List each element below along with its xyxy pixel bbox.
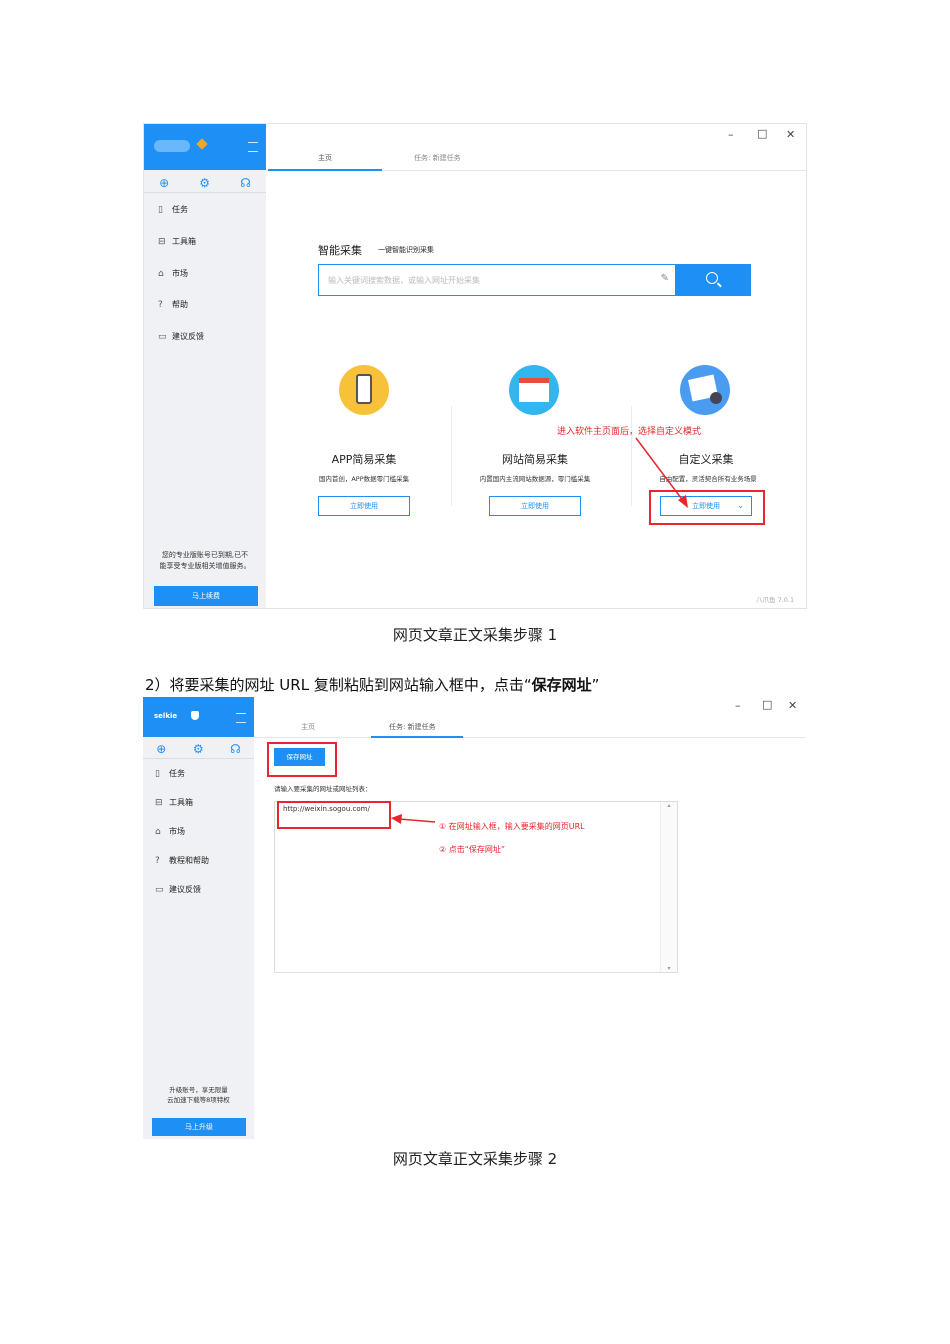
smart-title: 智能采集 [318, 244, 362, 257]
textarea-scrollbar[interactable]: ▴ ▾ [660, 802, 677, 972]
sidebar-divider [144, 192, 266, 193]
toolbox-icon: ⊟ [158, 236, 166, 247]
url-highlight-box [277, 801, 391, 829]
toolbox-icon: ⊟ [155, 797, 163, 808]
search-icon [706, 272, 718, 284]
scroll-down-icon[interactable]: ▾ [661, 965, 677, 972]
sidebar: selkie ⊕ ⚙ ☊ ▯ 任务 ⊟ 工具箱 ⌂ 市场 ? 教程和帮助 ▭ 建议反馈 升… [143, 697, 254, 1139]
app-use-button[interactable]: 立即使用 [318, 496, 410, 516]
screenshot-2: selkie ⊕ ⚙ ☊ ▯ 任务 ⊟ 工具箱 ⌂ 市场 ? 教程和帮助 ▭ 建议反馈 升… [143, 697, 805, 1139]
sidebar-item-task[interactable]: ▯ 任务 [155, 768, 185, 779]
feedback-icon: ▭ [155, 884, 164, 895]
renew-button[interactable]: 马上续费 [154, 586, 258, 606]
screenshot-1: ⊕ ⚙ ☊ ▯ 任务 ⊟ 工具箱 ⌂ 市场 ? 帮助 ▭ 建议反馈 您的专业版账号已到期,… [143, 123, 807, 609]
caption-step1: 网页文章正文采集步骤 1 [392, 626, 558, 644]
sidebar-divider [143, 758, 254, 759]
sidebar-header [144, 124, 266, 170]
tab-home[interactable]: 主页 [318, 153, 332, 163]
add-task-icon[interactable]: ⊕ [156, 742, 166, 756]
close-button[interactable]: ✕ [786, 128, 795, 141]
app-phone-icon [339, 365, 389, 415]
help-icon: ? [158, 299, 163, 310]
search-placeholder: 输入关键词搜索数据，或输入网址开始采集 [328, 276, 480, 285]
vip-badge-icon [196, 138, 208, 150]
sidebar-item-help[interactable]: ? 帮助 [158, 299, 188, 310]
settings-icon[interactable]: ⚙ [193, 742, 204, 756]
sidebar-item-toolbox[interactable]: ⊟ 工具箱 [158, 236, 196, 247]
help-icon: ? [155, 855, 160, 866]
avatar-pill[interactable] [154, 140, 190, 152]
minimize-button[interactable]: – [735, 699, 741, 712]
sidebar-item-feedback[interactable]: ▭ 建议反馈 [155, 884, 201, 895]
card-divider [451, 406, 452, 506]
username[interactable]: selkie [154, 712, 177, 720]
tab-active-indicator [371, 736, 463, 738]
url-list-label: 请输入要采集的网址或网址列表： [274, 785, 372, 793]
sidebar-quick-icons: ⊕ ⚙ ☊ [143, 742, 254, 756]
tab-new-task[interactable]: 任务: 新建任务 [389, 722, 436, 732]
tab-active-indicator [268, 169, 382, 171]
sidebar-header: selkie [143, 697, 254, 737]
custom-config-icon [680, 365, 730, 415]
card-title-website: 网站简易采集 [502, 453, 568, 466]
sidebar-item-market[interactable]: ⌂ 市场 [158, 268, 188, 279]
shield-badge-icon [191, 711, 199, 720]
document-icon: ▯ [158, 204, 163, 215]
sidebar-item-feedback[interactable]: ▭ 建议反馈 [158, 331, 204, 342]
annotation-step2: ② 点击“保存网址” [439, 845, 506, 854]
website-browser-icon [509, 365, 559, 415]
card-desc-website: 内置国内主流网站数据源，零门槛采集 [479, 475, 591, 483]
expiry-notice: 您的专业版账号已到期,已不 能享受专业版相关增值服务。 [159, 551, 251, 570]
caption-step2: 网页文章正文采集步骤 2 [392, 1150, 558, 1168]
feedback-icon: ▭ [158, 331, 167, 342]
tab-bar-line [254, 737, 805, 738]
settings-icon[interactable]: ⚙ [199, 176, 210, 190]
sidebar: ⊕ ⚙ ☊ ▯ 任务 ⊟ 工具箱 ⌂ 市场 ? 帮助 ▭ 建议反馈 您的专业版账号已到期,… [144, 124, 266, 608]
maximize-button[interactable]: □ [762, 698, 772, 711]
headset-icon[interactable]: ☊ [240, 176, 251, 190]
sidebar-item-market[interactable]: ⌂ 市场 [155, 826, 185, 837]
annotation-arrow [635, 437, 688, 508]
document-icon: ▯ [155, 768, 160, 779]
card-desc-app: 国内首创，APP数据零门槛采集 [318, 475, 410, 483]
upgrade-button[interactable]: 马上升级 [152, 1118, 246, 1136]
smart-subtitle: 一键智能识别采集 [378, 246, 434, 254]
sidebar-item-toolbox[interactable]: ⊟ 工具箱 [155, 797, 193, 808]
sidebar-item-help[interactable]: ? 教程和帮助 [155, 855, 209, 866]
annotation-arrow [391, 814, 436, 824]
annotation-step1: ① 在网址输入框，输入要采集的网页URL [439, 822, 585, 831]
pen-icon[interactable]: ✎ [661, 273, 669, 284]
step2-instruction: 2）将要采集的网址 URL 复制粘贴到网站输入框中，点击“保存网址” [145, 676, 600, 694]
menu-icon[interactable] [248, 142, 258, 152]
upgrade-notice: 升级账号，享无限量 云加速下载等8项特权 [167, 1086, 230, 1104]
version-label: 八爪鱼 7.0.1 [756, 596, 795, 604]
search-icon-handle [717, 282, 722, 288]
search-button[interactable] [676, 264, 751, 296]
scroll-up-icon[interactable]: ▴ [661, 802, 677, 809]
sidebar-item-task[interactable]: ▯ 任务 [158, 204, 188, 215]
maximize-button[interactable]: □ [757, 127, 767, 140]
market-icon: ⌂ [155, 826, 161, 837]
sidebar-quick-icons: ⊕ ⚙ ☊ [144, 176, 266, 190]
tab-home[interactable]: 主页 [301, 722, 315, 732]
search-input[interactable]: 输入关键词搜索数据，或输入网址开始采集 ✎ [318, 264, 676, 296]
tab-new-task[interactable]: 任务: 新建任务 [414, 153, 461, 163]
close-button[interactable]: ✕ [788, 699, 797, 712]
website-use-button[interactable]: 立即使用 [489, 496, 581, 516]
save-highlight-box [267, 742, 337, 777]
card-title-app: APP简易采集 [331, 453, 397, 466]
headset-icon[interactable]: ☊ [230, 742, 241, 756]
market-icon: ⌂ [158, 268, 164, 279]
add-task-icon[interactable]: ⊕ [159, 176, 169, 190]
minimize-button[interactable]: – [728, 128, 734, 141]
menu-icon[interactable] [236, 713, 246, 723]
